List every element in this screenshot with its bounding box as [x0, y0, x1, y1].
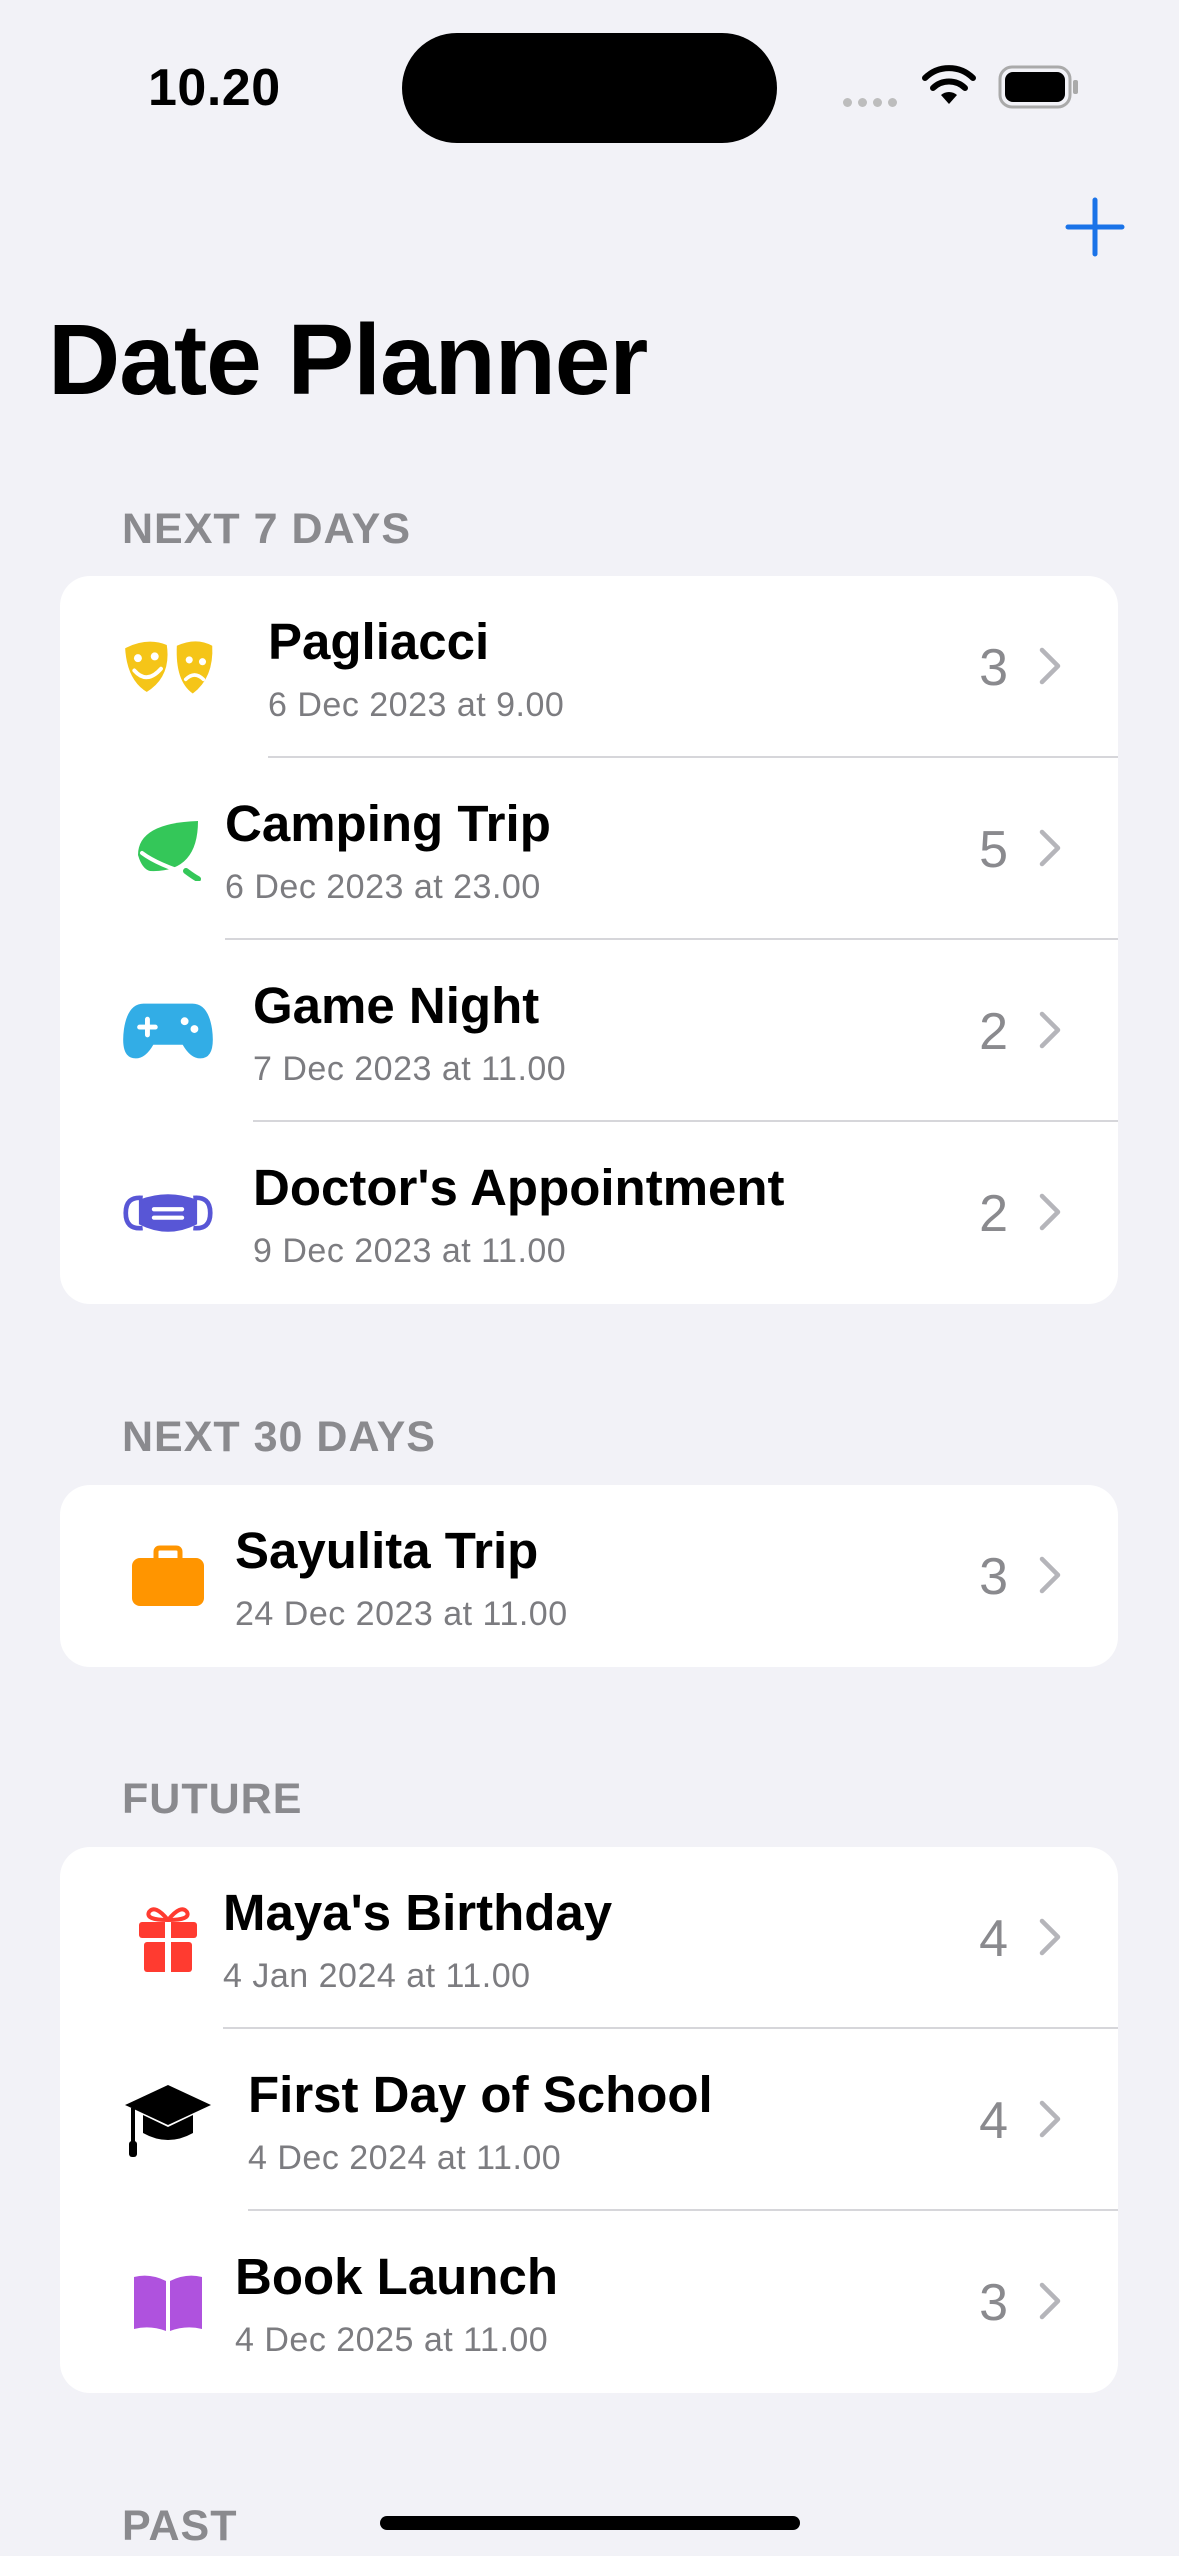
dynamic-island [402, 33, 777, 143]
event-title: Doctor's Appointment [253, 1159, 785, 1216]
event-count: 3 [979, 639, 1008, 697]
section-header-next-30-days: NEXT 30 DAYS [122, 1413, 436, 1461]
event-row-first-day-of-school[interactable]: First Day of School 4 Dec 2024 at 11.00 … [60, 2029, 1118, 2211]
event-count: 3 [979, 1548, 1008, 1606]
event-row-doctors-appointment[interactable]: Doctor's Appointment 9 Dec 2023 at 11.00… [60, 1122, 1118, 1304]
chevron-right-icon [1039, 1011, 1061, 1049]
event-title: First Day of School [248, 2066, 713, 2123]
event-row-sayulita-trip[interactable]: Sayulita Trip 24 Dec 2023 at 11.00 3 [60, 1485, 1118, 1667]
theater-masks-icon [122, 621, 214, 713]
chevron-right-icon [1039, 2282, 1061, 2320]
home-indicator [380, 2516, 800, 2530]
event-count: 3 [979, 2274, 1008, 2332]
gamecontroller-icon [122, 985, 214, 1077]
event-title: Sayulita Trip [235, 1522, 539, 1579]
event-row-book-launch[interactable]: Book Launch 4 Dec 2025 at 11.00 3 [60, 2211, 1118, 2393]
section-header-future: FUTURE [122, 1775, 303, 1823]
gift-icon [122, 1892, 214, 1984]
chevron-right-icon [1039, 1556, 1061, 1594]
event-count: 4 [979, 2092, 1008, 2150]
add-event-button[interactable] [1064, 196, 1126, 258]
event-row-pagliacci[interactable]: Pagliacci 6 Dec 2023 at 9.00 3 [60, 576, 1118, 758]
event-date: 6 Dec 2023 at 23.00 [225, 868, 541, 906]
event-row-game-night[interactable]: Game Night 7 Dec 2023 at 11.00 2 [60, 940, 1118, 1122]
wifi-icon [922, 65, 976, 104]
book-icon [122, 2256, 214, 2348]
event-date: 6 Dec 2023 at 9.00 [268, 686, 565, 724]
cellular-signal-icon [843, 94, 903, 112]
chevron-right-icon [1039, 1918, 1061, 1956]
event-title: Book Launch [235, 2248, 559, 2305]
leaf-icon [122, 803, 214, 895]
section-card-future: Maya's Birthday 4 Jan 2024 at 11.00 4 Fi… [60, 1847, 1118, 2393]
chevron-right-icon [1039, 1193, 1061, 1231]
graduationcap-icon [122, 2074, 214, 2166]
event-date: 4 Dec 2025 at 11.00 [235, 2321, 549, 2359]
chevron-right-icon [1039, 2100, 1061, 2138]
event-count: 4 [979, 1910, 1008, 1968]
event-title: Pagliacci [268, 613, 490, 670]
event-count: 2 [979, 1003, 1008, 1061]
suitcase-icon [122, 1530, 214, 1622]
event-title: Game Night [253, 977, 540, 1034]
event-date: 9 Dec 2023 at 11.00 [253, 1232, 567, 1270]
medical-mask-icon [122, 1167, 214, 1259]
event-date: 4 Jan 2024 at 11.00 [223, 1957, 531, 1995]
section-card-next-30-days: Sayulita Trip 24 Dec 2023 at 11.00 3 [60, 1485, 1118, 1667]
chevron-right-icon [1039, 647, 1061, 685]
event-date: 4 Dec 2024 at 11.00 [248, 2139, 562, 2177]
section-header-past: PAST [122, 2502, 238, 2550]
event-title: Camping Trip [225, 795, 551, 852]
status-time: 10.20 [148, 59, 281, 117]
battery-icon [998, 65, 1078, 109]
event-row-mayas-birthday[interactable]: Maya's Birthday 4 Jan 2024 at 11.00 4 [60, 1847, 1118, 2029]
event-row-camping-trip[interactable]: Camping Trip 6 Dec 2023 at 23.00 5 [60, 758, 1118, 940]
chevron-right-icon [1039, 829, 1061, 867]
event-date: 24 Dec 2023 at 11.00 [235, 1595, 568, 1633]
section-card-next-7-days: Pagliacci 6 Dec 2023 at 9.00 3 Camping T… [60, 576, 1118, 1304]
event-title: Maya's Birthday [223, 1884, 613, 1941]
event-count: 2 [979, 1185, 1008, 1243]
event-count: 5 [979, 821, 1008, 879]
page-title: Date Planner [48, 304, 648, 416]
event-date: 7 Dec 2023 at 11.00 [253, 1050, 567, 1088]
section-header-next-7-days: NEXT 7 DAYS [122, 505, 412, 553]
